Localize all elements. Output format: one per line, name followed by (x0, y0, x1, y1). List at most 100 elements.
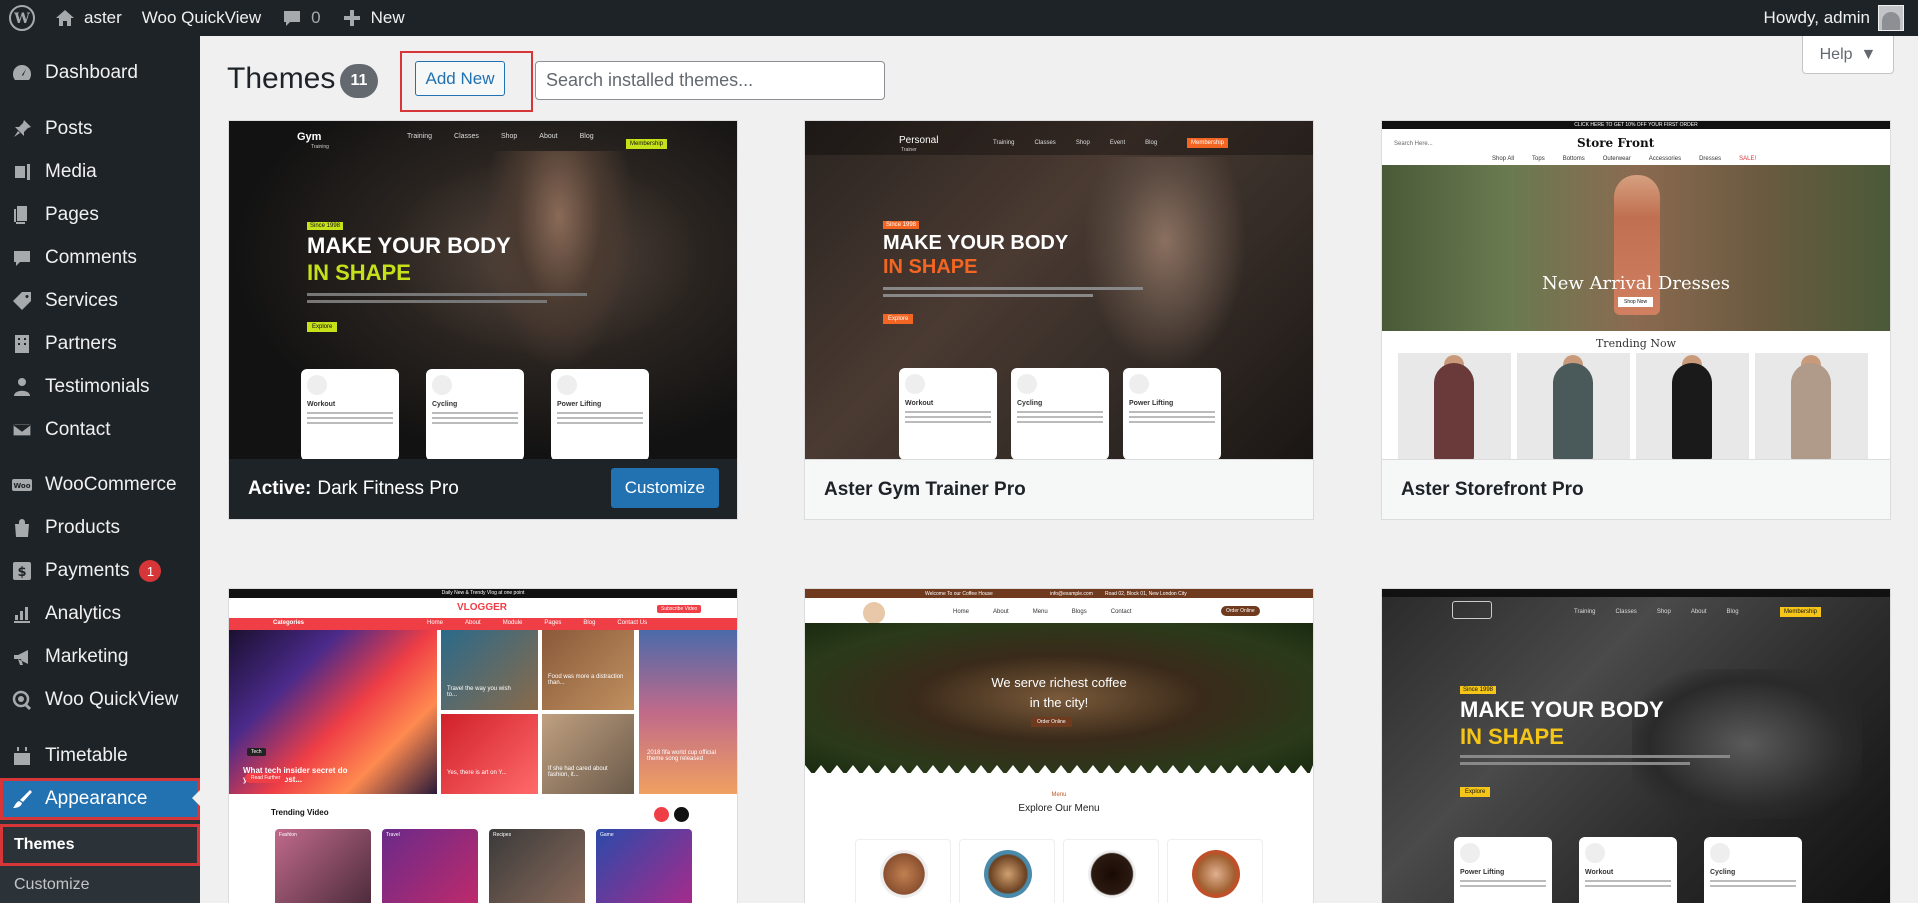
site-name-link[interactable]: aster (44, 0, 132, 36)
svg-text:W: W (13, 11, 30, 27)
menu-item-testimonials[interactable]: Testimonials (0, 367, 200, 407)
menu-label: Marketing (45, 646, 129, 667)
screenshot-address: Road 02, Block 01, New London City (1105, 591, 1187, 597)
screenshot-nav-link: Training (1574, 609, 1596, 615)
menu-item-services[interactable]: Services (0, 281, 200, 321)
menu-item-woo-quickview[interactable]: Woo QuickView (0, 680, 200, 720)
screenshot-nav-link: Home (953, 609, 970, 615)
comments-link[interactable]: 0 (271, 0, 330, 36)
gym-logo-icon (1452, 601, 1492, 619)
new-label: New (370, 8, 405, 27)
theme-name: Aster Gym Trainer Pro (805, 459, 1313, 519)
wordpress-logo-icon[interactable]: W (0, 0, 44, 36)
theme-name-bar: Active: Dark Fitness Pro Customize (229, 459, 737, 519)
media-icon (10, 160, 34, 184)
theme-card-vlogger[interactable]: Daily New & Trendy Vlog at one point VLO… (228, 588, 738, 903)
submenu-item-themes[interactable]: Themes (0, 824, 200, 866)
screenshot-logo: Personal (899, 135, 939, 146)
screenshot-nav-link: SALE! (1739, 156, 1757, 162)
add-new-button[interactable]: Add New (415, 61, 505, 96)
theme-screenshot: Training Classes Shop About Blog Members… (1382, 589, 1890, 903)
menu-item-posts[interactable]: Posts (0, 109, 200, 149)
screenshot-card: Cycling (1704, 837, 1802, 903)
menu-label: Dashboard (45, 62, 138, 83)
screenshot-nav-link: Classes (1615, 609, 1637, 615)
screenshot-order: Order Online (1221, 606, 1260, 616)
screenshot-shop-now: Shop Now (1618, 297, 1654, 307)
screenshot-nav: Categories Home About Module Pages Blog … (229, 618, 737, 630)
building-icon (10, 332, 34, 356)
theme-card-aster-gym-trainer-pro[interactable]: Personal Trainer Training Classes Shop E… (804, 120, 1314, 520)
screenshot-since: Since 1998 (883, 221, 920, 229)
help-button[interactable]: Help ▼ (1802, 36, 1894, 74)
theme-screenshot: CLICK HERE TO GET 10% OFF YOUR FIRST ORD… (1382, 121, 1890, 459)
menu-item-appearance[interactable]: Appearance (0, 778, 200, 820)
menu-item-marketing[interactable]: Marketing (0, 637, 200, 677)
page-title: Themes (227, 62, 336, 95)
bag-icon (10, 516, 34, 540)
screenshot-headline: MAKE YOUR BODY (1460, 697, 1664, 722)
theme-name: Aster Storefront Pro (1382, 459, 1890, 519)
screenshot-nav-link: Blogs (1071, 609, 1087, 615)
submenu-item-customize[interactable]: Customize (0, 868, 200, 902)
theme-screenshot: Welcome To our Coffee House info@example… (805, 589, 1313, 903)
menu-item-products[interactable]: Products (0, 508, 200, 548)
screenshot-nav-link: Accessories (1648, 156, 1682, 162)
woo-quickview-link[interactable]: Woo QuickView (132, 0, 271, 36)
menu-item-media[interactable]: Media (0, 152, 200, 192)
screenshot-trending: Trending Now (1595, 337, 1677, 350)
dashboard-icon (10, 61, 34, 85)
screenshot-logo: Gym (297, 131, 322, 143)
woo-quickview-label: Woo QuickView (141, 8, 262, 27)
screenshot-headline-accent: IN SHAPE (307, 260, 411, 285)
payments-badge: 1 (139, 560, 162, 582)
screenshot-nav-link: Training (407, 133, 433, 140)
screenshot-explore: Explore (1460, 787, 1491, 797)
theme-card-dark-fitness-pro[interactable]: Gym Training Training Classes Shop About… (228, 120, 738, 520)
screenshot-hero: We serve richest coffee in the city! Ord… (805, 623, 1313, 773)
comments-count: 0 (311, 8, 321, 27)
menu-item-partners[interactable]: Partners (0, 324, 200, 364)
my-account-link[interactable]: Howdy, admin (1754, 0, 1918, 36)
menu-item-contact[interactable]: Contact (0, 410, 200, 450)
screenshot-promo-bar: CLICK HERE TO GET 10% OFF YOUR FIRST ORD… (1382, 121, 1890, 129)
screenshot-card: Workout (899, 368, 997, 459)
menu-label: Posts (45, 118, 93, 139)
menu-item-pages[interactable]: Pages (0, 195, 200, 235)
pin-icon (10, 117, 34, 141)
screenshot-membership: Membership (1187, 138, 1229, 148)
menu-item-analytics[interactable]: Analytics (0, 594, 200, 634)
comment-icon (10, 246, 34, 270)
menu-item-comments[interactable]: Comments (0, 238, 200, 278)
help-label: Help (1819, 45, 1853, 63)
theme-card-coffee-house[interactable]: Welcome To our Coffee House info@example… (804, 588, 1314, 903)
screenshot-email: info@example.com (1050, 591, 1093, 597)
theme-name: Dark Fitness Pro (317, 478, 459, 499)
screenshot-nav-link: About (539, 133, 558, 140)
screenshot-nav-link: Training (993, 140, 1015, 146)
menu-label: Woo QuickView (45, 689, 179, 710)
new-content-link[interactable]: New (331, 0, 415, 36)
theme-card-fitness-gym[interactable]: Training Classes Shop About Blog Members… (1381, 588, 1891, 903)
screenshot-hero: New Arrival Dresses Shop Now (1382, 165, 1890, 331)
screenshot-headline-accent: IN SHAPE (883, 256, 978, 278)
menu-item-payments[interactable]: $ Payments 1 (0, 551, 200, 591)
plus-icon (341, 7, 363, 29)
admin-sidebar: Dashboard Posts Media Pages Comments Ser… (0, 36, 200, 903)
customize-button[interactable]: Customize (610, 468, 719, 508)
screenshot-nav-link: Classes (1034, 140, 1056, 146)
theme-card-aster-storefront-pro[interactable]: CLICK HERE TO GET 10% OFF YOUR FIRST ORD… (1381, 120, 1891, 520)
screenshot-explore: Explore (307, 322, 338, 332)
trainer-figure (1085, 157, 1245, 367)
menu-item-woocommerce[interactable]: Woo WooCommerce (0, 465, 200, 505)
search-input[interactable] (535, 61, 885, 100)
screenshot-featured: Tech What tech insider secret do you fin… (229, 630, 437, 794)
screenshot-card: Power Lifting (1454, 837, 1552, 903)
screenshot-nav-link: Dresses (1699, 156, 1722, 162)
brush-icon (10, 787, 34, 811)
theme-count-badge: 11 (340, 64, 378, 98)
screenshot-logo: VLOGGER (457, 602, 508, 613)
menu-item-dashboard[interactable]: Dashboard (0, 53, 200, 93)
coffee-logo-icon (863, 602, 885, 624)
menu-item-timetable[interactable]: Timetable (0, 736, 200, 776)
